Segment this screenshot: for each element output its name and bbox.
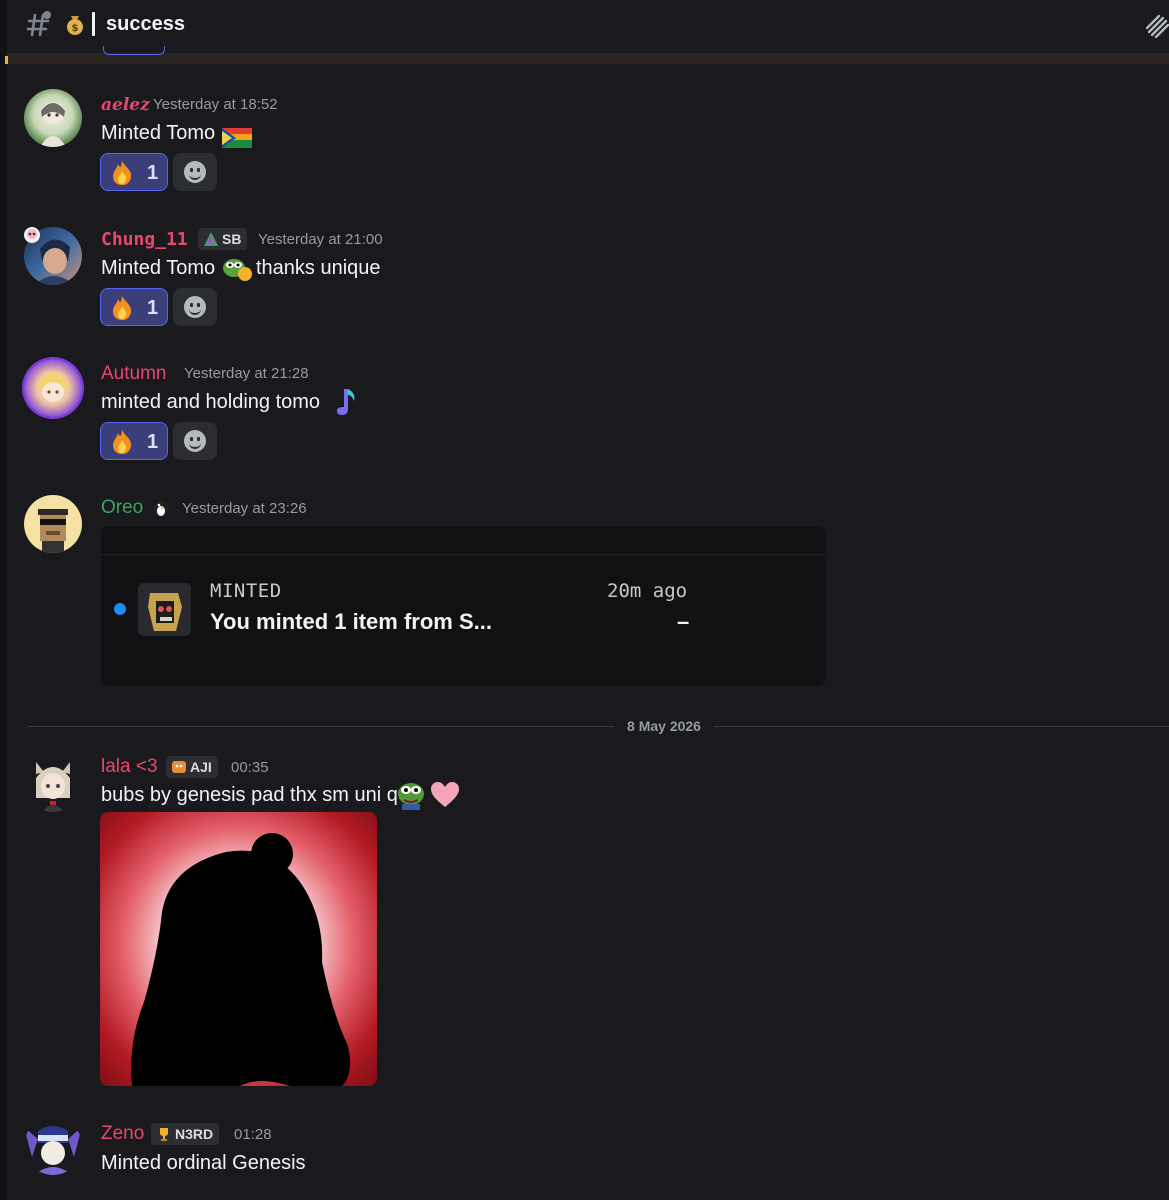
author-name[interactable]: Oreo <box>101 497 143 519</box>
fire-icon <box>109 295 135 321</box>
money-bag-icon: $ <box>64 12 86 36</box>
svg-text:$: $ <box>72 23 79 34</box>
nft-thumbnail <box>138 583 191 636</box>
tag-label: N3RD <box>175 1126 214 1142</box>
fire-icon <box>109 160 135 186</box>
timestamp[interactable]: Yesterday at 23:26 <box>182 499 307 519</box>
user-tag[interactable]: N3RD <box>151 1123 220 1145</box>
author-name[interactable]: aelez <box>101 94 150 116</box>
left-edge <box>0 0 7 1200</box>
channel-name[interactable]: success <box>106 11 185 37</box>
penguin-emoji <box>151 498 171 518</box>
add-reaction-button[interactable] <box>173 422 217 460</box>
message-content: Minted ordinal Genesis <box>101 1152 306 1174</box>
reaction-count: 1 <box>147 431 159 453</box>
add-reaction-button[interactable] <box>173 153 217 191</box>
channel-separator <box>92 12 95 36</box>
embed-card[interactable]: MINTED 20m ago You minted 1 item from S.… <box>101 526 826 686</box>
tag-label: SB <box>222 231 242 247</box>
pink-heart-emoji <box>430 781 460 809</box>
embed-time: 20m ago <box>607 580 688 602</box>
reaction-count: 1 <box>147 162 159 184</box>
timestamp[interactable]: 01:28 <box>234 1125 272 1145</box>
tag-label: AJI <box>190 759 212 775</box>
author-name[interactable]: Zeno <box>101 1123 144 1145</box>
user-tag[interactable]: AJI <box>166 756 218 778</box>
reaction-fire[interactable]: 1 <box>100 153 168 191</box>
prev-reaction-peek <box>103 46 165 55</box>
reaction-fire[interactable]: 1 <box>100 422 168 460</box>
tag-icon <box>171 759 187 775</box>
timestamp[interactable]: 00:35 <box>231 758 269 778</box>
message-content-after: thanks unique <box>256 257 381 279</box>
trophy-icon <box>156 1126 172 1142</box>
embed-title[interactable]: You minted 1 item from S... <box>210 608 492 636</box>
embed-value: – <box>677 609 690 634</box>
smiley-icon <box>184 430 206 452</box>
author-name[interactable]: lala <3 <box>101 756 158 778</box>
avatar[interactable] <box>24 1117 82 1175</box>
pride-flag-emoji <box>222 128 252 148</box>
avatar[interactable] <box>24 495 82 553</box>
pepe-emoji <box>396 780 426 810</box>
fire-icon <box>109 429 135 455</box>
timestamp[interactable]: Yesterday at 18:52 <box>153 95 278 115</box>
message-content: Minted Tomo <box>101 257 216 279</box>
add-reaction-button[interactable] <box>173 288 217 326</box>
unread-marker <box>5 56 8 64</box>
message-content: bubs by genesis pad thx sm uni q <box>101 784 398 806</box>
music-note-emoji <box>334 387 358 417</box>
skull-badge-icon <box>24 227 40 243</box>
hashtag-icon <box>26 9 52 39</box>
avatar[interactable] <box>24 89 82 147</box>
avatar[interactable] <box>24 754 82 812</box>
avatar[interactable] <box>24 359 82 417</box>
message-content: Minted Tomo <box>101 122 216 144</box>
image-attachment[interactable] <box>100 812 377 1086</box>
smiley-icon <box>184 296 206 318</box>
author-name[interactable]: Autumn <box>101 363 166 385</box>
threads-icon[interactable] <box>1143 10 1169 39</box>
timestamp[interactable]: Yesterday at 21:00 <box>258 230 383 250</box>
smiley-icon <box>184 161 206 183</box>
reaction-count: 1 <box>147 297 159 319</box>
author-name[interactable]: Chung_11 <box>101 229 188 251</box>
unread-dot <box>114 603 126 615</box>
timestamp[interactable]: Yesterday at 21:28 <box>184 364 309 384</box>
date-divider-line <box>28 726 1169 727</box>
tag-icon <box>203 231 219 247</box>
pepe-coin-emoji <box>222 257 252 281</box>
embed-divider <box>101 554 826 555</box>
reaction-fire[interactable]: 1 <box>100 288 168 326</box>
user-tag[interactable]: SB <box>198 228 248 250</box>
date-divider: 8 May 2026 <box>614 716 714 736</box>
jump-bar <box>7 53 1169 64</box>
message-content: minted and holding tomo <box>101 391 321 413</box>
embed-kind: MINTED <box>210 580 282 602</box>
